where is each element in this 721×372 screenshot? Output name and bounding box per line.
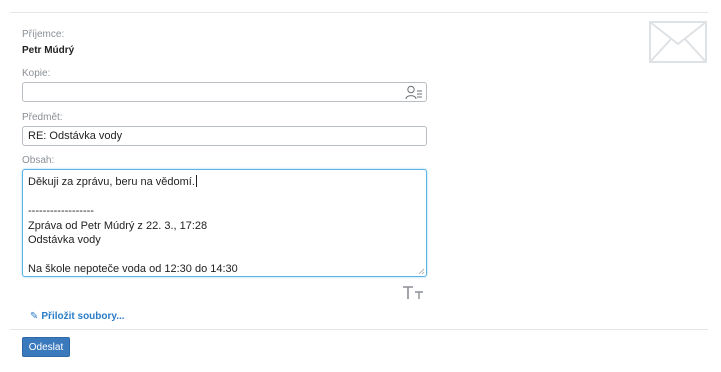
body-line: Odstávka vody [28, 234, 101, 246]
body-label: Obsah: [22, 155, 55, 166]
body-line [28, 190, 421, 205]
text-caret [195, 175, 197, 187]
resize-handle-icon[interactable] [418, 268, 425, 275]
text-size-icon[interactable] [402, 286, 424, 300]
subject-input[interactable] [22, 126, 427, 146]
body-line: Děkuji za zprávu, beru na vědomí. [28, 175, 197, 188]
copy-label: Kopie: [22, 68, 51, 79]
body-line: Na škole nepoteče voda od 12:30 do 14:30 [28, 263, 238, 275]
body-line: Zpráva od Petr Múdrý z 22. 3., 17:28 [28, 219, 208, 232]
bottom-divider [10, 329, 708, 330]
recipient-label: Příjemce: [22, 29, 65, 40]
copy-input[interactable] [22, 82, 427, 102]
body-line: ------------------ [28, 205, 94, 217]
contacts-icon[interactable] [405, 85, 423, 100]
paperclip-icon: ✎ [30, 311, 39, 322]
send-button[interactable]: Odeslat [22, 337, 70, 357]
recipient-name: Petr Múdrý [22, 45, 75, 56]
envelope-icon [649, 21, 707, 63]
attach-files-label: Přiložit soubory... [41, 311, 125, 322]
message-body-textarea[interactable]: Děkuji za zprávu, beru na vědomí. ------… [22, 169, 427, 277]
attach-files-link[interactable]: ✎ Přiložit soubory... [30, 311, 125, 322]
top-divider [10, 12, 708, 13]
body-line [28, 248, 421, 263]
subject-label: Předmět: [22, 112, 63, 123]
